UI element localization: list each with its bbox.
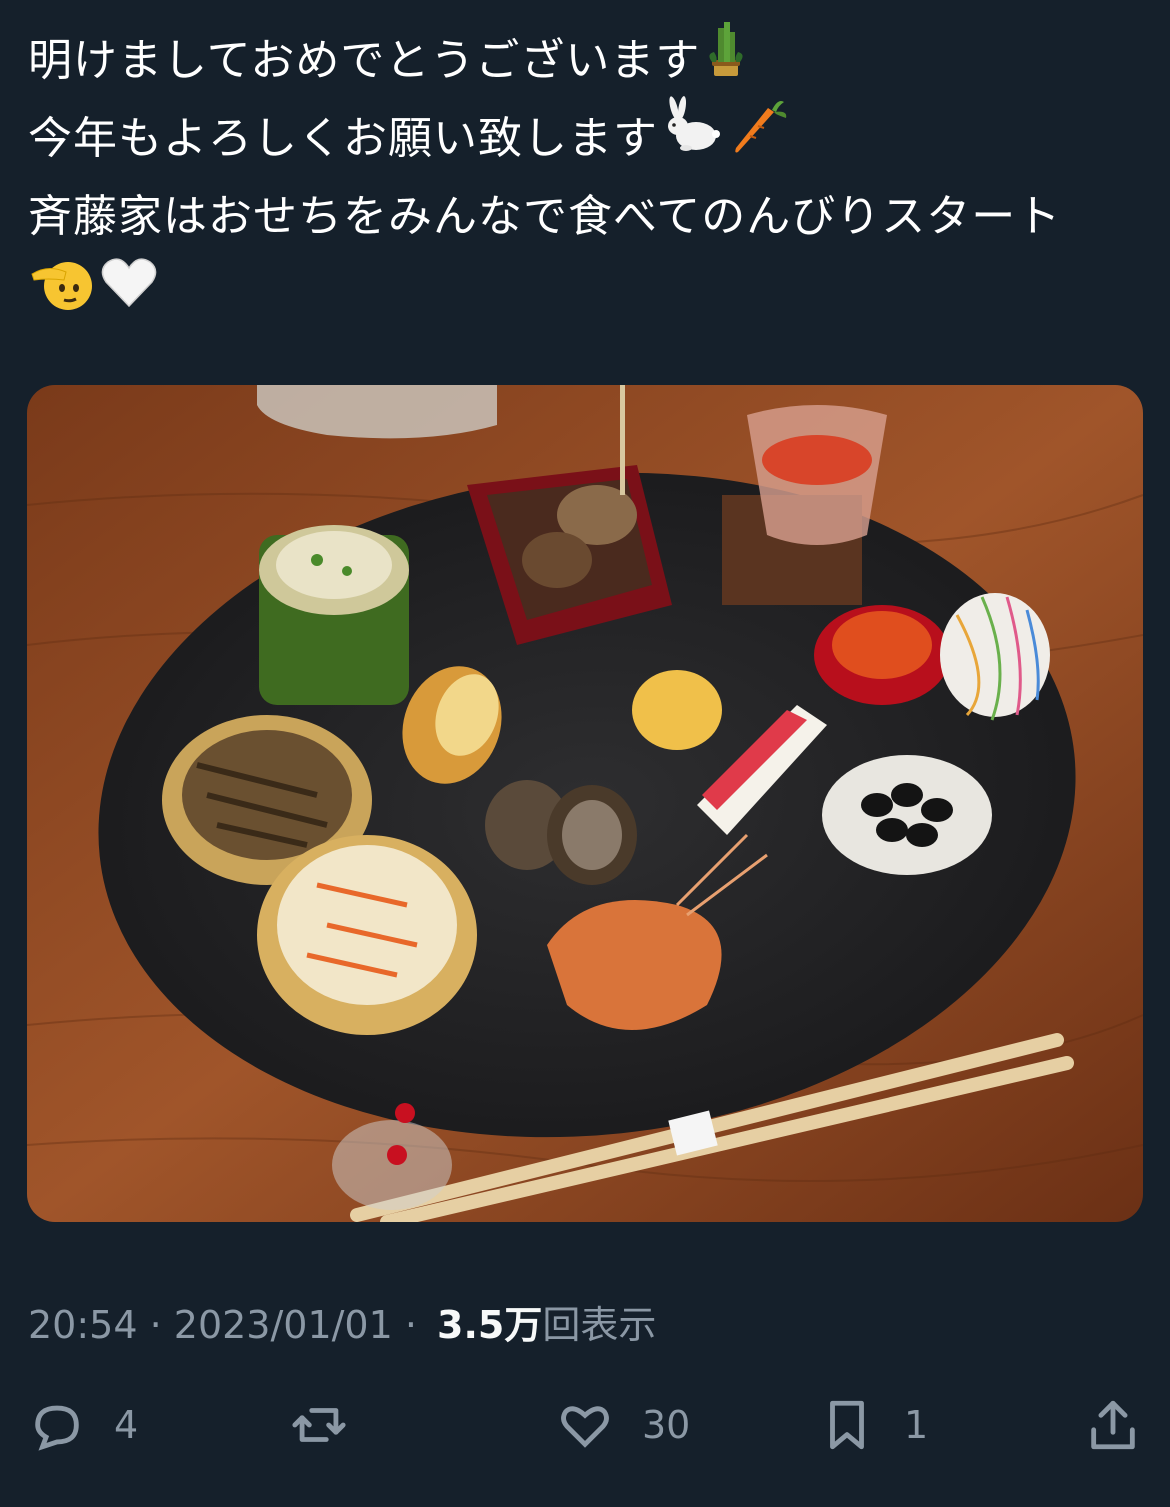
like-button[interactable]: 30 [556, 1385, 690, 1465]
rabbit-icon [662, 95, 724, 183]
reply-count: 4 [114, 1403, 139, 1447]
meta-separator: · [137, 1303, 174, 1347]
like-count: 30 [642, 1403, 691, 1447]
osechi-photo[interactable] [27, 385, 1143, 1222]
reply-icon [35, 1405, 79, 1451]
tweet-line-2: 今年もよろしくお願い致します [28, 95, 1138, 178]
tweet-time[interactable]: 20:54 [28, 1303, 138, 1347]
tweet-line-text: 明けましておめでとうございます [28, 35, 701, 86]
bookmark-button[interactable]: 1 [818, 1385, 928, 1465]
tweet-line-4 [28, 256, 1138, 334]
tweet-line-1: 明けましておめでとうございます [28, 21, 1138, 100]
retweet-icon [292, 1408, 346, 1442]
share-icon [1091, 1400, 1135, 1450]
saluting-face-icon [28, 252, 94, 339]
reply-button[interactable]: 4 [28, 1385, 138, 1465]
views-count: 3.5万 [437, 1303, 543, 1347]
tweet-text: 明けましておめでとうございます 今年もよろしくお願い致します 斉藤家はおせちをみ… [28, 21, 1138, 334]
kadomatsu-icon [704, 18, 748, 105]
heart-icon [561, 1406, 609, 1448]
tweet-line-text: 今年もよろしくお願い致します [28, 113, 658, 164]
white-heart-icon [98, 252, 160, 339]
bookmark-count: 1 [904, 1403, 929, 1447]
tweet-line-text: 斉藤家はおせちをみんなで食べてのんびりスタート [28, 191, 1062, 242]
share-button[interactable] [1084, 1385, 1142, 1465]
tweet-meta: 20:54 · 2023/01/01 · 3.5万 回表示 [28, 1294, 656, 1349]
meta-separator: · [392, 1303, 430, 1347]
tweet-line-3: 斉藤家はおせちをみんなで食べてのんびりスタート [28, 178, 1138, 256]
views-label: 回表示 [542, 1303, 657, 1347]
tweet-actions: 4 30 1 [0, 1385, 1170, 1465]
carrot-icon [728, 96, 790, 183]
retweet-button[interactable] [290, 1385, 376, 1465]
tweet-date[interactable]: 2023/01/01 [174, 1303, 393, 1347]
bookmark-icon [830, 1400, 864, 1450]
